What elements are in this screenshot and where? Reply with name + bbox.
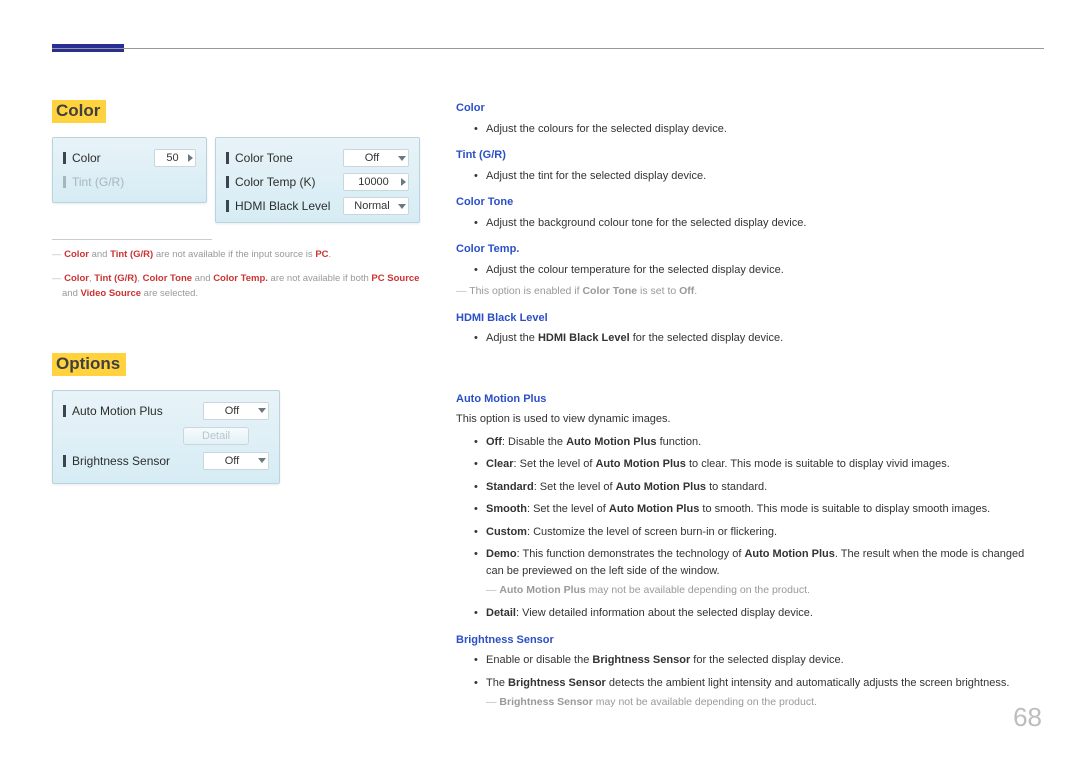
header-rule — [52, 48, 1044, 68]
section-title-color: Color — [52, 100, 106, 123]
amp-standard: Standard: Set the level of Auto Motion P… — [474, 479, 1044, 496]
page-number: 68 — [1013, 702, 1042, 733]
panel-color-tone: Color Tone Off Color Temp (K) 10000 — [215, 137, 420, 223]
item-marker — [63, 455, 66, 467]
item-marker — [226, 176, 229, 188]
desc-color: Adjust the colours for the selected disp… — [474, 121, 1044, 138]
right-column: Color Adjust the colours for the selecte… — [456, 100, 1044, 717]
value-color-temp[interactable]: 10000 — [343, 173, 409, 191]
footnote-separator — [52, 239, 212, 240]
footnote-2: Color, Tint (G/R), Color Tone and Color … — [52, 272, 422, 301]
select-color-tone[interactable]: Off — [343, 149, 409, 167]
select-hdmi-black[interactable]: Normal — [343, 197, 409, 215]
desc-tint: Adjust the tint for the selected display… — [474, 168, 1044, 185]
label-color-tone: Color Tone — [235, 151, 343, 165]
desc-color-tone: Adjust the background colour tone for th… — [474, 215, 1044, 232]
item-marker — [63, 176, 66, 188]
bs-auto: The Brightness Sensor detects the ambien… — [474, 675, 1044, 711]
panel-options: Auto Motion Plus Off Detail Brightness S… — [52, 390, 280, 484]
label-color: Color — [72, 151, 154, 165]
intro-auto-motion-plus: This option is used to view dynamic imag… — [456, 411, 1044, 428]
select-brightness-sensor[interactable]: Off — [203, 452, 269, 470]
label-auto-motion-plus: Auto Motion Plus — [72, 404, 203, 418]
bs-enable: Enable or disable the Brightness Sensor … — [474, 652, 1044, 669]
heading-brightness-sensor: Brightness Sensor — [456, 632, 1044, 649]
label-color-temp: Color Temp (K) — [235, 175, 343, 189]
item-marker — [226, 200, 229, 212]
amp-off: Off: Disable the Auto Motion Plus functi… — [474, 434, 1044, 451]
item-marker — [63, 152, 66, 164]
chevron-right-icon — [401, 178, 406, 186]
heading-auto-motion-plus: Auto Motion Plus — [456, 391, 1044, 408]
item-marker — [63, 405, 66, 417]
heading-color-temp: Color Temp. — [456, 241, 1044, 258]
heading-hdmi-black: HDMI Black Level — [456, 310, 1044, 327]
amp-demo: Demo: This function demonstrates the tec… — [474, 546, 1044, 599]
amp-smooth: Smooth: Set the level of Auto Motion Plu… — [474, 501, 1044, 518]
chevron-down-icon — [398, 156, 406, 161]
detail-button: Detail — [183, 427, 249, 445]
note-bs-availability: Brightness Sensor may not be available d… — [486, 695, 1044, 711]
amp-custom: Custom: Customize the level of screen bu… — [474, 524, 1044, 541]
item-marker — [226, 152, 229, 164]
note-color-temp: This option is enabled if Color Tone is … — [456, 284, 1044, 300]
label-brightness-sensor: Brightness Sensor — [72, 454, 203, 468]
label-tint: Tint (G/R) — [72, 175, 196, 189]
select-auto-motion-plus[interactable]: Off — [203, 402, 269, 420]
desc-hdmi-black: Adjust the HDMI Black Level for the sele… — [474, 330, 1044, 347]
left-column: Color Color 50 Tint (G/R) — [52, 100, 422, 717]
amp-detail: Detail: View detailed information about … — [474, 605, 1044, 622]
section-title-options: Options — [52, 353, 126, 376]
chevron-down-icon — [258, 458, 266, 463]
label-hdmi-black: HDMI Black Level — [235, 199, 343, 213]
desc-color-temp: Adjust the colour temperature for the se… — [474, 262, 1044, 279]
heading-color: Color — [456, 100, 1044, 117]
heading-tint: Tint (G/R) — [456, 147, 1044, 164]
chevron-right-icon — [188, 154, 193, 162]
amp-clear: Clear: Set the level of Auto Motion Plus… — [474, 456, 1044, 473]
panel-color: Color 50 Tint (G/R) — [52, 137, 207, 203]
value-color[interactable]: 50 — [154, 149, 196, 167]
chevron-down-icon — [258, 408, 266, 413]
footnote-1: Color and Tint (G/R) are not available i… — [52, 248, 422, 262]
note-amp-availability: Auto Motion Plus may not be available de… — [486, 583, 1044, 599]
heading-color-tone: Color Tone — [456, 194, 1044, 211]
chevron-down-icon — [398, 204, 406, 209]
